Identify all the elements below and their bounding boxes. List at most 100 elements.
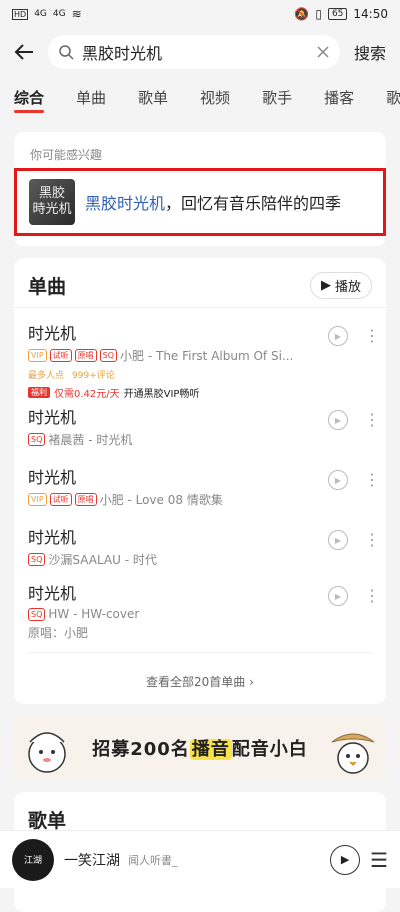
- song-artist-album: 小肥 - Love 08 情歌集: [99, 493, 223, 507]
- mv-play-icon[interactable]: ▶: [328, 410, 348, 430]
- search-input[interactable]: 黑胶时光机: [48, 35, 340, 69]
- sq-badge: SQ: [99, 349, 118, 362]
- more-icon[interactable]: ⋮: [364, 472, 380, 488]
- song-meta: VIP 试听 原唱 小肥 - Love 08 情歌集: [28, 491, 372, 508]
- song-actions: ▶ ⋮: [328, 470, 380, 490]
- now-playing-title: 一笑江湖: [64, 852, 120, 869]
- top-bar: 黑胶时光机 搜索: [0, 28, 400, 76]
- vibrate-icon: ▯: [315, 7, 322, 21]
- tab-songs[interactable]: 单曲: [76, 87, 106, 108]
- tab-lyrics[interactable]: 歌词: [386, 87, 400, 108]
- song-actions: ▶ ⋮: [328, 586, 380, 606]
- tab-all[interactable]: 综合: [14, 87, 45, 113]
- song-artist-album: 褚晨茜 - 时光机: [48, 433, 133, 447]
- back-button[interactable]: [10, 38, 38, 66]
- now-playing-info: 一笑江湖 闻人听書_: [64, 850, 320, 870]
- original-badge: 原唱: [74, 493, 97, 506]
- interest-item[interactable]: 黑胶 時光机 黑胶时光机，回忆有音乐陪伴的四季: [14, 168, 386, 236]
- interest-title: 黑胶时光机，回忆有音乐陪伴的四季: [85, 190, 341, 214]
- search-query: 黑胶时光机: [82, 44, 163, 63]
- chevron-right-icon: ›: [249, 675, 254, 689]
- song-actions: ▶ ⋮: [328, 530, 380, 550]
- back-arrow-icon: [14, 44, 33, 60]
- vip-price: 仅需0.42元/天: [54, 389, 120, 400]
- song-meta: SQ 沙漏SAALAU - 时代: [28, 551, 372, 568]
- stat-popular: 最多人点: [28, 371, 65, 381]
- vip-badge: VIP: [28, 493, 47, 506]
- song-title: 时光机: [28, 584, 77, 603]
- sim-icon: HD: [12, 8, 29, 20]
- song-row[interactable]: 时光机 VIP 试听 原唱 小肥 - Love 08 情歌集 ▶ ⋮: [14, 464, 386, 524]
- banner-text: 招募200名 播音 配音小白: [92, 735, 308, 761]
- song-title: 时光机: [28, 528, 77, 547]
- trial-badge: 试听: [49, 493, 72, 506]
- now-playing-artist: 闻人听書_: [128, 853, 178, 867]
- songs-title: 单曲: [28, 276, 67, 298]
- interest-label: 你可能感兴趣: [30, 148, 103, 162]
- search-icon: [59, 45, 74, 60]
- signal-icon: 4G: [34, 9, 47, 19]
- song-row[interactable]: 时光机 SQ 褚晨茜 - 时光机 ▶ ⋮: [14, 404, 386, 464]
- play-icon: ▶: [320, 278, 331, 293]
- sq-badge: SQ: [28, 607, 46, 621]
- mute-icon: 🔕: [294, 7, 310, 21]
- song-meta: SQ HW - HW-cover: [28, 607, 372, 621]
- playlist-queue-icon[interactable]: ☰: [370, 848, 388, 872]
- search-button[interactable]: 搜索: [350, 40, 390, 64]
- more-icon[interactable]: ⋮: [364, 588, 380, 604]
- song-original-singer: 原唱：小肥: [28, 626, 89, 640]
- now-playing-bar[interactable]: 江湖 一笑江湖 闻人听書_ ▶ ☰: [0, 830, 400, 888]
- song-title: 时光机: [28, 408, 77, 427]
- song-artist-album: HW - HW-cover: [48, 607, 140, 621]
- more-icon[interactable]: ⋮: [364, 532, 380, 548]
- more-icon[interactable]: ⋮: [364, 328, 380, 344]
- status-bar: HD 4G 4G ≋ 🔕 ▯ 65 14:50: [0, 0, 400, 28]
- banner-highlight: 播音: [189, 739, 232, 760]
- now-playing-play-button[interactable]: ▶: [330, 844, 361, 875]
- now-playing-cover: 江湖: [12, 838, 54, 881]
- songs-header: 单曲 ▶ 播放: [14, 272, 386, 308]
- song-main: 时光机 SQ 褚晨茜 - 时光机: [28, 404, 372, 448]
- song-stats: 最多人点 999+评论: [28, 368, 372, 381]
- cover-text-1: 黑胶: [38, 186, 65, 201]
- song-main: 时光机 SQ HW - HW-cover 原唱：小肥: [28, 580, 372, 641]
- banner-suffix: 配音小白: [231, 739, 308, 760]
- stat-comments: 999+评论: [72, 371, 115, 381]
- play-all-label: 播放: [334, 280, 361, 295]
- song-row[interactable]: 时光机 VIP 试听 原唱 SQ 小肥 - The First Album Of…: [14, 320, 386, 404]
- song-main: 时光机 VIP 试听 原唱 小肥 - Love 08 情歌集: [28, 464, 372, 508]
- clock: 14:50: [353, 7, 388, 21]
- interest-subtitle: ，回忆有音乐陪伴的四季: [165, 194, 342, 213]
- song-meta: VIP 试听 原唱 SQ 小肥 - The First Album Of Si.…: [28, 347, 372, 364]
- promo-banner[interactable]: 招募200名 播音 配音小白: [14, 716, 386, 780]
- clear-icon[interactable]: [316, 45, 330, 59]
- song-actions: ▶ ⋮: [328, 326, 380, 346]
- signal-icon-2: 4G: [52, 9, 66, 19]
- interest-title-highlight: 黑胶时光机: [85, 194, 166, 213]
- vip-text: 开通黑胶VIP畅听: [123, 389, 200, 400]
- mv-play-icon[interactable]: ▶: [328, 470, 348, 490]
- tab-playlists[interactable]: 歌单: [138, 87, 168, 108]
- vip-promo[interactable]: 福利 仅需0.42元/天 开通黑胶VIP畅听: [28, 385, 372, 400]
- song-artist-album: 小肥 - The First Album Of Si...: [120, 349, 294, 363]
- view-all-label: 查看全部20首单曲: [146, 675, 246, 689]
- play-all-button[interactable]: ▶ 播放: [309, 272, 372, 299]
- mv-play-icon[interactable]: ▶: [328, 530, 348, 550]
- song-row[interactable]: 时光机 SQ 沙漏SAALAU - 时代 ▶ ⋮: [14, 524, 386, 580]
- song-meta: SQ 褚晨茜 - 时光机: [28, 431, 372, 448]
- banner-prefix: 招募200名: [92, 739, 190, 760]
- original-badge: 原唱: [74, 349, 97, 362]
- tab-bar: 综合 单曲 歌单 视频 歌手 播客 歌词: [0, 76, 400, 118]
- tab-artists[interactable]: 歌手: [262, 87, 292, 108]
- playlist-title: 歌单: [28, 810, 67, 832]
- more-icon[interactable]: ⋮: [364, 412, 380, 428]
- song-title: 时光机: [28, 468, 77, 487]
- view-all-songs-link[interactable]: 查看全部20首单曲 ›: [28, 652, 372, 696]
- song-row[interactable]: 时光机 SQ HW - HW-cover 原唱：小肥 ▶ ⋮: [14, 580, 386, 640]
- tab-podcasts[interactable]: 播客: [324, 87, 354, 108]
- tab-videos[interactable]: 视频: [200, 87, 230, 108]
- status-right: 🔕 ▯ 65 14:50: [294, 7, 388, 21]
- mv-play-icon[interactable]: ▶: [328, 586, 348, 606]
- song-actions: ▶ ⋮: [328, 410, 380, 430]
- mv-play-icon[interactable]: ▶: [328, 326, 348, 346]
